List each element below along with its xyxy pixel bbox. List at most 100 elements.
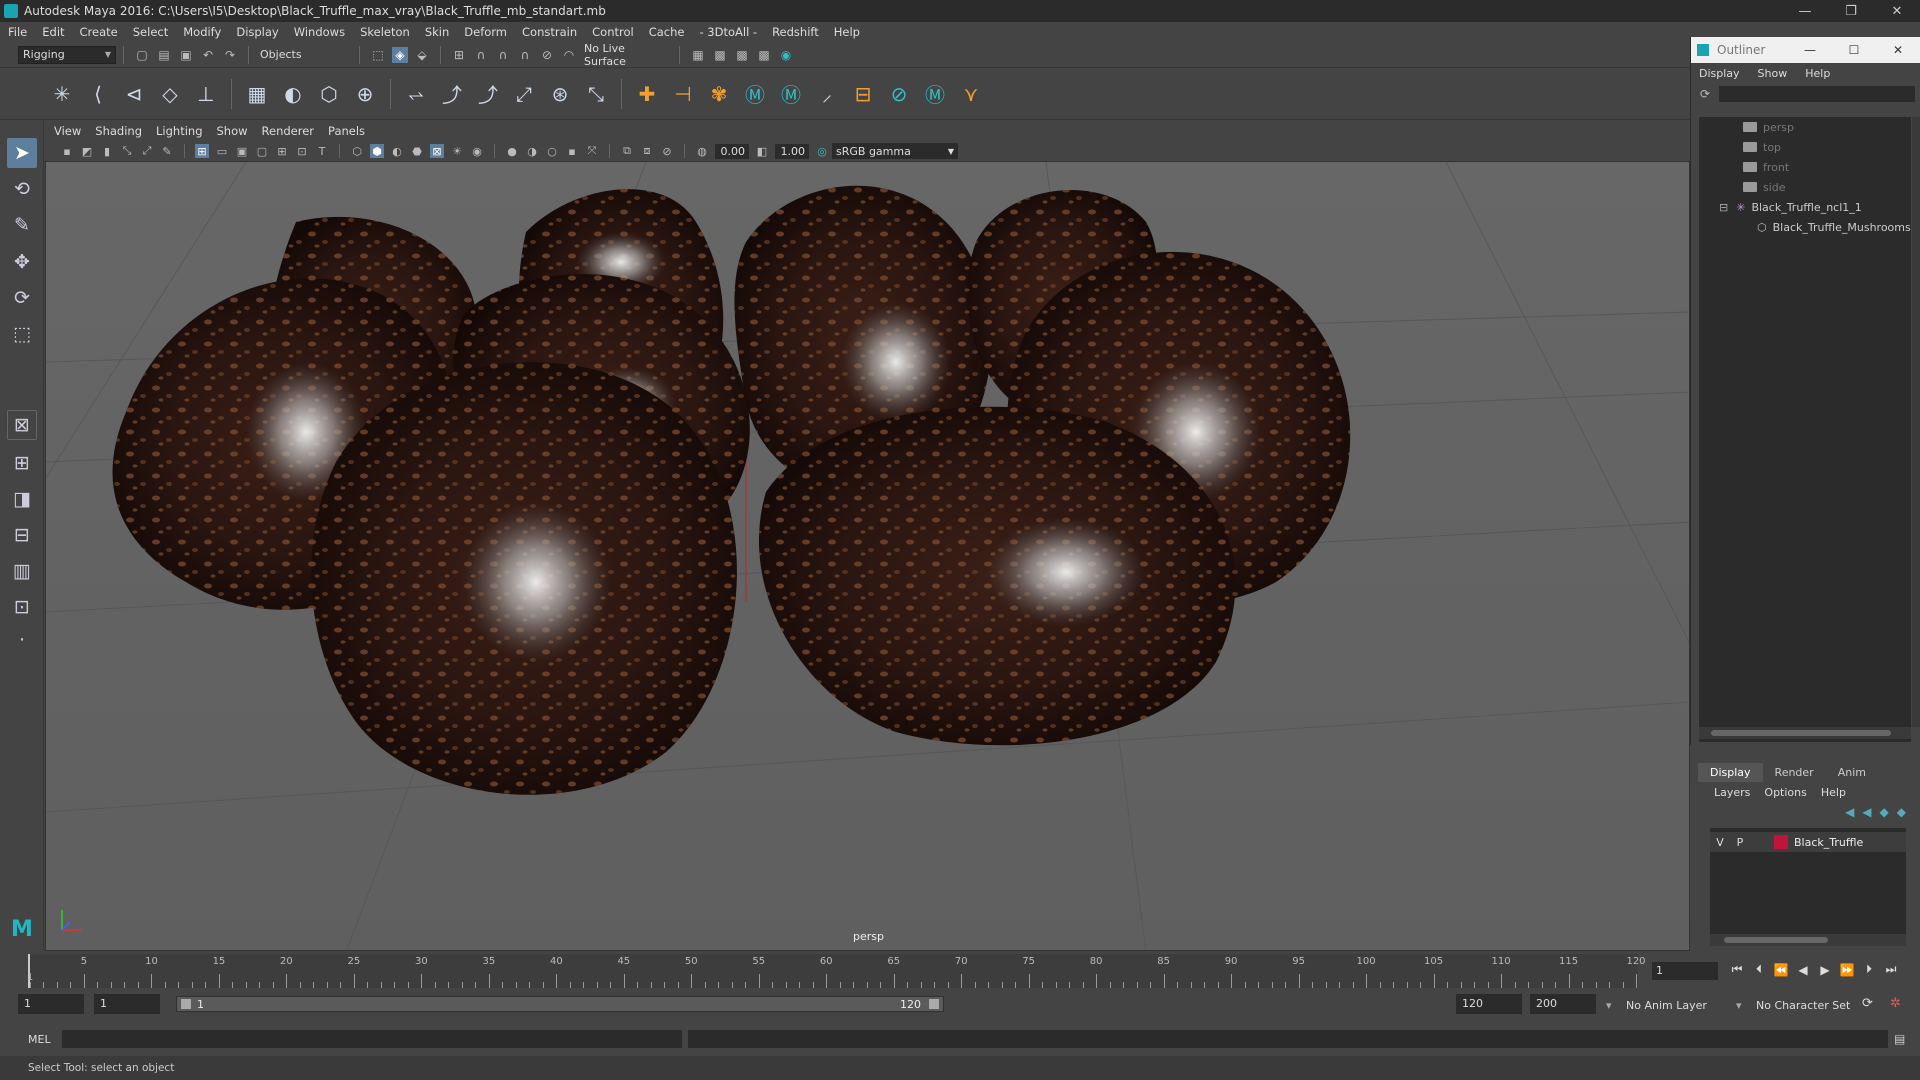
- motion-blur-icon[interactable]: ●: [505, 144, 519, 158]
- menu-constrain[interactable]: Constrain: [522, 25, 577, 39]
- persp-outliner-layout-icon[interactable]: ◨: [7, 484, 37, 514]
- outliner-minimize-button[interactable]: —: [1788, 43, 1832, 57]
- mirror-weights-icon[interactable]: ⤢: [511, 81, 537, 107]
- cluster-icon[interactable]: ◐: [280, 81, 306, 107]
- xray-components-icon[interactable]: ⧈: [640, 144, 654, 158]
- viewport-menu-renderer[interactable]: Renderer: [262, 124, 315, 138]
- scale-tool-icon[interactable]: ⬚: [7, 319, 37, 349]
- render-view-icon[interactable]: ▩: [756, 47, 772, 63]
- range-slider[interactable]: 1 120: [176, 996, 944, 1012]
- exposure-field[interactable]: 0.00: [715, 143, 749, 159]
- persp-uv-layout-icon[interactable]: ⊡: [7, 592, 37, 622]
- ipr-render-icon[interactable]: ▩: [734, 47, 750, 63]
- outliner-item[interactable]: ⬡ Black_Truffle_Mushrooms: [1699, 217, 1911, 237]
- joint-tool-icon[interactable]: ✳: [49, 81, 75, 107]
- more-layouts-icon[interactable]: ·: [7, 625, 37, 655]
- play-backward-icon[interactable]: ◀: [1792, 963, 1814, 977]
- ik-handle-icon[interactable]: ⟨: [85, 81, 111, 107]
- lasso-tool-icon[interactable]: ⟲: [7, 174, 37, 204]
- safe-action-icon[interactable]: ⊡: [295, 144, 309, 158]
- undo-icon[interactable]: ↶: [200, 47, 216, 63]
- view-transform-dropdown[interactable]: sRGB gamma ▼: [832, 143, 958, 159]
- outliner-menu-help[interactable]: Help: [1805, 67, 1830, 80]
- menu-cache[interactable]: Cache: [649, 25, 685, 39]
- select-hierarchy-icon[interactable]: ⬚: [370, 47, 386, 63]
- menu-skeleton[interactable]: Skeleton: [360, 25, 410, 39]
- gamma-icon[interactable]: ◧: [755, 144, 769, 158]
- anim-layer-dropdown[interactable]: No Anim Layer: [1626, 999, 1707, 1012]
- outliner-menu-display[interactable]: Display: [1699, 67, 1740, 80]
- tab-render[interactable]: Render: [1763, 763, 1826, 782]
- render-settings-icon[interactable]: ▦: [690, 47, 706, 63]
- parent-constraint-icon[interactable]: ⊟: [850, 81, 876, 107]
- camera-select-icon[interactable]: ▪: [60, 144, 74, 158]
- camera-attributes-icon[interactable]: ◩: [80, 144, 94, 158]
- save-scene-icon[interactable]: ▣: [178, 47, 194, 63]
- snap-curve-icon[interactable]: ∩: [473, 47, 489, 63]
- move-tool-icon[interactable]: ✥: [7, 247, 37, 277]
- move-layer-down-icon[interactable]: ◀: [1862, 805, 1871, 819]
- gate-mask-icon[interactable]: ▢: [255, 144, 269, 158]
- mirror-joint-icon[interactable]: ⊥: [193, 81, 219, 107]
- 2d-pan-zoom-icon[interactable]: ⤢: [140, 144, 154, 158]
- menu-create[interactable]: Create: [80, 25, 118, 39]
- copy-weights-icon[interactable]: ⊛: [547, 81, 573, 107]
- menu-windows[interactable]: Windows: [294, 25, 345, 39]
- tab-anim[interactable]: Anim: [1826, 763, 1878, 782]
- screen-space-ao-icon[interactable]: ◉: [470, 144, 484, 158]
- bookmark-icon[interactable]: ▮: [100, 144, 114, 158]
- chevron-down-icon[interactable]: ▾: [1736, 999, 1742, 1012]
- wireframe-on-shaded-icon[interactable]: ◐: [390, 144, 404, 158]
- current-frame-field[interactable]: 1: [1652, 962, 1718, 980]
- safe-title-icon[interactable]: T: [315, 144, 329, 158]
- animation-end-field[interactable]: 200: [1530, 994, 1596, 1014]
- multisample-aa-icon[interactable]: ◑: [525, 144, 539, 158]
- outliner-vertical-scrollbar[interactable]: [1912, 117, 1920, 727]
- character-set-dropdown[interactable]: No Character Set: [1756, 999, 1850, 1012]
- smooth-shade-icon[interactable]: ⬢: [370, 144, 384, 158]
- script-language-label[interactable]: MEL: [28, 1033, 51, 1046]
- outliner-item[interactable]: side: [1699, 177, 1911, 197]
- xray-joints-icon[interactable]: ⧉: [620, 144, 634, 158]
- maximize-button[interactable]: ❐: [1828, 0, 1874, 22]
- outliner-item[interactable]: front: [1699, 157, 1911, 177]
- character-controls-icon[interactable]: Ⓜ: [778, 81, 804, 107]
- scrollbar-thumb[interactable]: [1711, 730, 1891, 736]
- live-surface-field[interactable]: No Live Surface: [580, 42, 672, 68]
- render-frame-icon[interactable]: ▩: [712, 47, 728, 63]
- lattice-icon[interactable]: ▦: [244, 81, 270, 107]
- menu-display[interactable]: Display: [236, 25, 278, 39]
- color-management-icon[interactable]: ◎: [815, 144, 829, 158]
- menu-modify[interactable]: Modify: [183, 25, 221, 39]
- time-ruler[interactable]: 1 5 10 15 20 25 30 35 40 45 50 55 60 65 70 75 80 85 90 95 1…: [27, 954, 1646, 988]
- wireframe-icon[interactable]: ⬡: [350, 144, 364, 158]
- blank-shelf-icon[interactable]: ⸝: [814, 81, 840, 107]
- gamma-field[interactable]: 1.00: [775, 143, 809, 159]
- prune-weights-icon[interactable]: ⤡: [583, 81, 609, 107]
- auto-key-icon[interactable]: ⟳: [1862, 996, 1873, 1011]
- range-start-handle[interactable]: [181, 999, 191, 1009]
- outliner-close-button[interactable]: ✕: [1876, 43, 1920, 57]
- step-back-key-icon[interactable]: ⏴: [1748, 962, 1770, 977]
- viewport-menu-show[interactable]: Show: [217, 124, 248, 138]
- layer-visibility-toggle[interactable]: V: [1710, 836, 1730, 849]
- outliner-item[interactable]: top: [1699, 137, 1911, 157]
- layer-playback-toggle[interactable]: P: [1730, 836, 1750, 849]
- menu-skin[interactable]: Skin: [425, 25, 449, 39]
- collapse-icon[interactable]: ⊟: [1719, 201, 1728, 214]
- depth-of-field-icon[interactable]: ○: [545, 144, 559, 158]
- hypershade-icon[interactable]: ◉: [778, 47, 794, 63]
- outliner-horizontal-scrollbar[interactable]: [1699, 727, 1911, 739]
- insert-joint-icon[interactable]: ◇: [157, 81, 183, 107]
- grease-pencil-icon[interactable]: ✎: [160, 144, 174, 158]
- step-back-frame-icon[interactable]: ⏪: [1770, 963, 1792, 977]
- detach-skin-icon[interactable]: ⤴: [439, 81, 465, 107]
- image-plane-icon[interactable]: ⤡: [120, 144, 134, 158]
- shadows-icon[interactable]: ☀: [450, 144, 464, 158]
- blend-shape-icon[interactable]: ⋎: [958, 81, 984, 107]
- paint-select-icon[interactable]: ✎: [7, 210, 37, 240]
- hypershade-layout-icon[interactable]: ▥: [7, 556, 37, 586]
- layer-menu-options[interactable]: Options: [1764, 786, 1806, 799]
- go-to-end-icon[interactable]: ⏭: [1880, 962, 1902, 977]
- layer-row[interactable]: V P Black_Truffle: [1710, 832, 1906, 852]
